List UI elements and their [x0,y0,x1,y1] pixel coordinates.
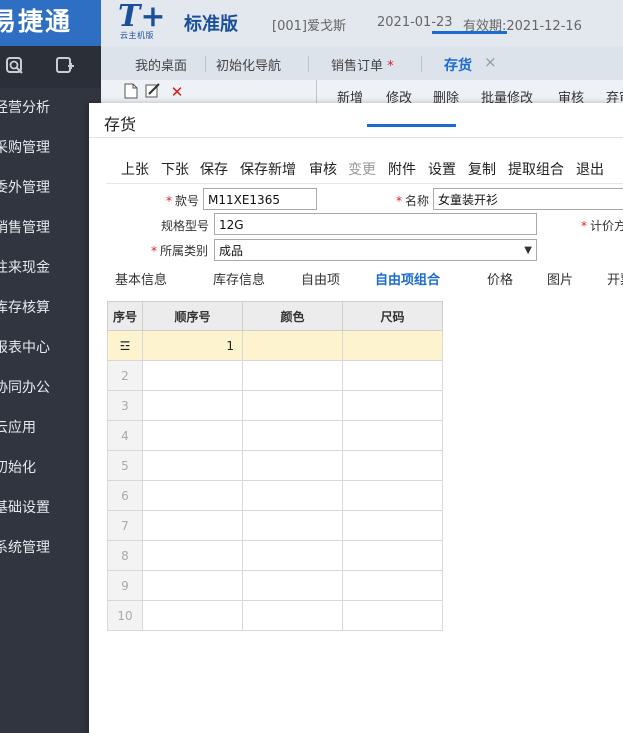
tplus-logo: T+ 云主机版 [118,0,166,40]
copy-button[interactable]: 复制 [468,159,496,179]
col-header-order[interactable]: 顺序号 [142,301,243,331]
name-input[interactable]: 女童装开衫 [433,188,623,210]
search-icon[interactable] [5,56,25,76]
table-row[interactable]: 2 [107,360,443,391]
table-row[interactable]: 10 [107,600,443,631]
active-tab-indicator [432,31,507,34]
spec-input[interactable]: 12G [214,213,537,235]
tab-inventory[interactable]: 存货 [444,55,472,75]
change-button[interactable]: 变更 [348,159,376,179]
extract-combo-button[interactable]: 提取组合 [508,159,564,179]
sidebar-item-outsourcing[interactable]: 委外管理 [0,168,101,208]
size-cell[interactable] [342,330,443,361]
chevron-down-icon: ▼ [524,245,532,256]
sidebar-item-collaboration[interactable]: 协同办公 [0,368,101,408]
exit-button[interactable]: 退出 [576,159,604,179]
sidebar-item-cash[interactable]: 往来现金 [0,248,101,288]
inventory-dialog: 存货 上张 下张 保存 保存新增 审核 变更 附件 设置 复制 提取组合 退出 … [89,103,623,733]
row-number: 8 [107,540,143,571]
brand-logo: 易捷通 [0,0,101,46]
tab-sales-order[interactable]: 销售订单 * [331,55,394,74]
row-edit-icon[interactable]: ☲ [107,330,143,361]
tab-bar: 我的桌面 初始化导航 销售订单 * 存货 × [101,46,623,81]
code-label: * 款号 [166,194,200,208]
subtab-free-item-combo[interactable]: 自由项组合 [375,269,440,288]
row-number: 2 [107,360,143,391]
dialog-toolbar: 上张 下张 保存 保存新增 审核 变更 附件 设置 复制 提取组合 退出 [89,159,623,181]
sidebar-item-init[interactable]: 初始化 [0,448,101,488]
save-button[interactable]: 保存 [200,159,228,179]
combo-grid: 序号 顺序号 颜色 尺码 ☲ 1 2 3 4 5 6 7 8 9 10 [107,301,443,631]
table-row[interactable]: 9 [107,570,443,601]
sidebar-item-reports[interactable]: 报表中心 [0,328,101,368]
attachment-button[interactable]: 附件 [388,159,416,179]
login-date: 2021-01-23 [377,15,453,30]
row-number: 5 [107,450,143,481]
table-row[interactable]: 4 [107,420,443,451]
new-doc-icon[interactable] [123,83,139,101]
subtab-invoice[interactable]: 开票 [607,269,623,288]
delete-icon[interactable]: ✕ [169,83,185,101]
table-row[interactable]: ☲ 1 [107,330,443,361]
settings-button[interactable]: 设置 [428,159,456,179]
spec-label: 规格型号 [161,219,210,233]
sidebar-item-inventory-accounting[interactable]: 库存核算 [0,288,101,328]
edit-icon[interactable] [145,83,161,101]
table-row[interactable]: 5 [107,450,443,481]
sidebar-item-purchase[interactable]: 采购管理 [0,128,101,168]
active-subtab-indicator [367,124,456,127]
save-and-new-button[interactable]: 保存新增 [240,159,296,179]
subtab-price[interactable]: 价格 [487,269,513,288]
row-number: 7 [107,510,143,541]
edition-label: 标准版 [184,14,238,35]
sidebar-item-system[interactable]: 系统管理 [0,528,101,568]
sidebar-item-cloud[interactable]: 云应用 [0,408,101,448]
row-number: 9 [107,570,143,601]
col-header-size[interactable]: 尺码 [342,301,443,331]
name-label: * 名称 [396,194,430,208]
close-icon[interactable]: × [484,53,497,71]
code-input[interactable]: M11XE1365 [203,188,317,210]
row-number: 10 [107,600,143,631]
sidebar: 经营分析 采购管理 委外管理 销售管理 往来现金 库存核算 报表中心 协同办公 … [0,46,101,733]
sidebar-item-sales[interactable]: 销售管理 [0,208,101,248]
order-cell[interactable]: 1 [142,330,243,361]
tab-init-nav[interactable]: 初始化导航 [216,55,281,74]
sidebar-item-business-analysis[interactable]: 经营分析 [0,88,101,128]
prev-record-button[interactable]: 上张 [121,159,149,179]
col-header-index[interactable]: 序号 [107,301,143,331]
table-row[interactable]: 8 [107,540,443,571]
dialog-title: 存货 [104,115,137,134]
row-number: 6 [107,480,143,511]
subtab-images[interactable]: 图片 [547,269,573,288]
row-number: 4 [107,420,143,451]
row-number: 3 [107,390,143,421]
pricing-label: *计价方式 [581,219,623,233]
table-row[interactable]: 6 [107,480,443,511]
category-label: * 所属类别 [151,244,209,258]
subtab-basic-info[interactable]: 基本信息 [115,269,167,288]
col-header-color[interactable]: 颜色 [242,301,343,331]
company-label[interactable]: [001]爱戈斯 [272,15,346,34]
table-row[interactable]: 7 [107,510,443,541]
category-select[interactable]: 成品 ▼ [214,239,537,261]
sidebar-item-basic-settings[interactable]: 基础设置 [0,488,101,528]
approve-button[interactable]: 审核 [309,159,337,179]
top-header: 易捷通 T+ 云主机版 标准版 [001]爱戈斯 2021-01-23 有效期:… [0,0,623,46]
subtab-stock-info[interactable]: 库存信息 [213,269,265,288]
sub-tabs: 基本信息 库存信息 自由项 自由项组合 价格 图片 开票 [89,269,623,295]
color-cell[interactable] [242,330,343,361]
subtab-free-items[interactable]: 自由项 [301,269,340,288]
add-icon[interactable] [55,56,75,76]
sidebar-icon-bar [0,46,101,88]
tab-desktop[interactable]: 我的桌面 [135,55,187,74]
next-record-button[interactable]: 下张 [161,159,189,179]
table-row[interactable]: 3 [107,390,443,421]
